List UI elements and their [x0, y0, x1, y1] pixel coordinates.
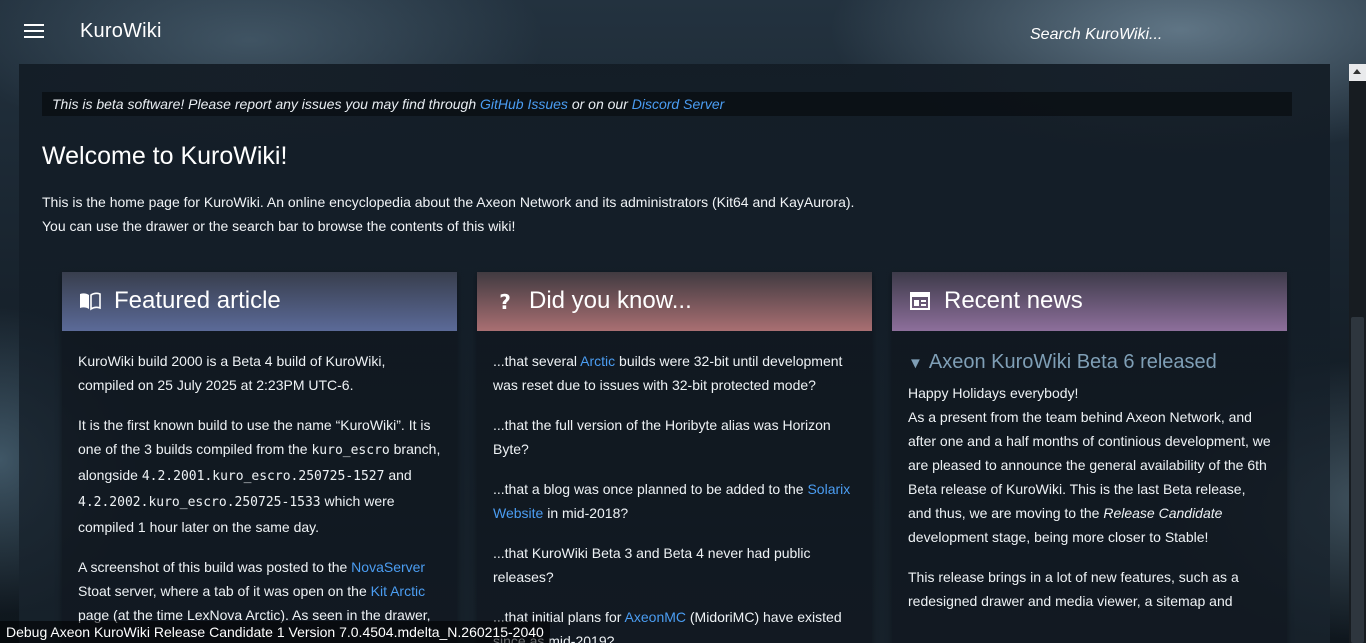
branch-code: kuro_escro: [311, 443, 390, 458]
triangle-down-icon: ▼: [908, 355, 923, 372]
main-content: This is beta software! Please report any…: [19, 64, 1330, 643]
featured-article-title: Featured article: [114, 287, 281, 314]
page-scrollbar[interactable]: [1349, 64, 1366, 643]
news-item-toggle[interactable]: ▼ Axeon KuroWiki Beta 6 released: [908, 349, 1271, 377]
app-title[interactable]: KuroWiki: [80, 20, 162, 43]
github-issues-link[interactable]: GitHub Issues: [480, 96, 568, 112]
featured-article-header: Featured article: [62, 272, 457, 331]
axeonmc-link[interactable]: AxeonMC: [625, 609, 686, 625]
intro-line-1: This is the home page for KuroWiki. An o…: [42, 194, 855, 210]
kit-arctic-link[interactable]: Kit Arctic: [371, 583, 425, 599]
recent-news-body: ▼ Axeon KuroWiki Beta 6 released Happy Ho…: [892, 331, 1287, 613]
text-run: A screenshot of this build was posted to…: [78, 559, 352, 575]
page-title: Welcome to KuroWiki!: [42, 142, 288, 170]
featured-article-card: Featured article KuroWiki build 2000 is …: [62, 272, 457, 643]
book-open-icon: [80, 292, 101, 311]
svg-text:?: ?: [499, 290, 511, 313]
text-run: ...that a blog was once planned to be ad…: [493, 481, 808, 497]
beta-notice-prefix: This is beta software! Please report any…: [52, 96, 480, 112]
fact-2: ...that the full version of the Horibyte…: [493, 417, 831, 457]
recent-news-card: Recent news ▼ Axeon KuroWiki Beta 6 relea…: [892, 272, 1287, 643]
featured-paragraph-3: A screenshot of this build was posted to…: [78, 555, 441, 627]
search-input[interactable]: [1030, 24, 1310, 46]
build-code: 4.2.2002.kuro_escro.250725-1533: [78, 495, 321, 510]
featured-paragraph-1: KuroWiki build 2000 is a Beta 4 build of…: [78, 353, 386, 393]
did-you-know-body: ...that several Arctic builds were 32-bi…: [477, 331, 872, 643]
discord-server-link[interactable]: Discord Server: [632, 96, 725, 112]
novaserver-link[interactable]: NovaServer: [351, 559, 425, 575]
did-you-know-header: ? Did you know...: [477, 272, 872, 331]
fact-4: ...that KuroWiki Beta 3 and Beta 4 never…: [493, 545, 811, 585]
debug-build-label: Debug Axeon KuroWiki Release Candidate 1…: [0, 621, 550, 643]
featured-article-body: KuroWiki build 2000 is a Beta 4 build of…: [62, 331, 457, 627]
recent-news-title: Recent news: [944, 287, 1083, 314]
news-greeting: Happy Holidays everybody!: [908, 385, 1079, 401]
text-run: development stage, being more closer to …: [908, 529, 1209, 545]
news-paragraph-2: This release brings in a lot of new feat…: [908, 569, 1239, 609]
text-run: Stoat server, where a tab of it was open…: [78, 583, 371, 599]
fact-3: ...that a blog was once planned to be ad…: [493, 477, 856, 525]
recent-news-header: Recent news: [892, 272, 1287, 331]
arctic-link[interactable]: Arctic: [580, 353, 615, 369]
beta-notice: This is beta software! Please report any…: [42, 92, 1292, 116]
text-run: and: [384, 467, 412, 483]
menu-icon[interactable]: [22, 20, 50, 44]
scroll-up-arrow-icon[interactable]: [1349, 64, 1366, 81]
text-run: ...that several: [493, 353, 581, 369]
beta-notice-middle: or on our: [567, 96, 632, 112]
featured-paragraph-2: It is the first known build to use the n…: [78, 413, 441, 539]
did-you-know-card: ? Did you know... ...that several Arctic…: [477, 272, 872, 643]
news-paragraph-1: Happy Holidays everybody! As a present fr…: [908, 381, 1271, 549]
fact-1: ...that several Arctic builds were 32-bi…: [493, 349, 856, 397]
intro-line-2: You can use the drawer or the search bar…: [42, 218, 516, 234]
text-run: in mid-2018?: [543, 505, 629, 521]
did-you-know-title: Did you know...: [529, 287, 692, 314]
page-intro: This is the home page for KuroWiki. An o…: [42, 190, 854, 238]
question-icon: ?: [499, 290, 511, 313]
scroll-thumb[interactable]: [1351, 317, 1364, 643]
emphasis-text: Release Candidate: [1103, 505, 1223, 521]
newspaper-icon: [910, 292, 930, 310]
build-code: 4.2.2001.kuro_escro.250725-1527: [141, 469, 385, 484]
app-bar: KuroWiki: [0, 0, 1366, 64]
news-item-title: Axeon KuroWiki Beta 6 released: [928, 351, 1217, 373]
